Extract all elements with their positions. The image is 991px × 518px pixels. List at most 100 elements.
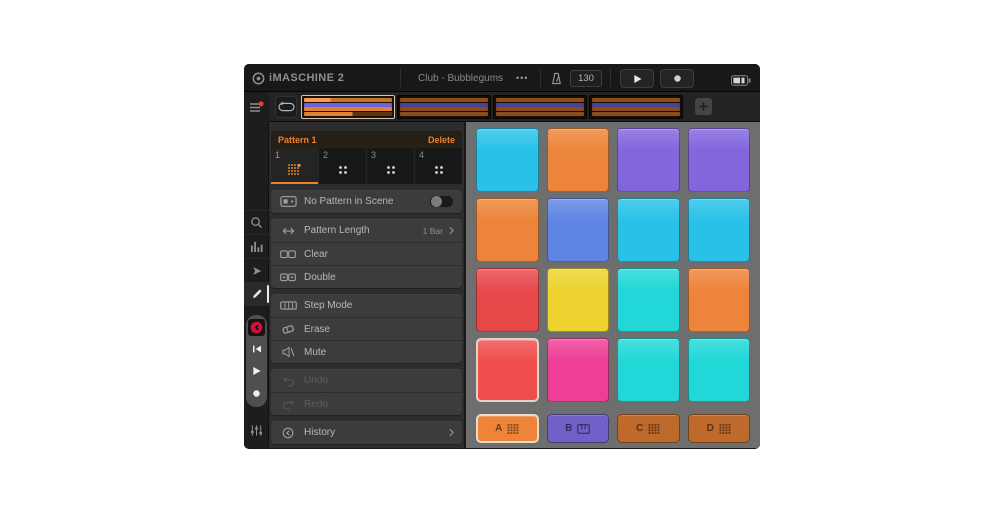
scene-pattern-bar [496, 107, 584, 111]
transport-record-button[interactable] [246, 382, 267, 404]
pad-5[interactable] [476, 198, 539, 262]
scene-block-1[interactable] [301, 95, 395, 119]
scene-block-4[interactable] [589, 95, 683, 119]
pad-9[interactable] [476, 268, 539, 332]
menu-item-label: Erase [304, 324, 330, 335]
pattern-slot-2[interactable]: 2 [319, 148, 367, 184]
menu-item-label: Double [304, 272, 336, 283]
pad-7[interactable] [617, 198, 680, 262]
record-icon [673, 74, 682, 83]
more-options-button[interactable]: ••• [516, 64, 528, 92]
sidebar-tool-search[interactable] [244, 210, 269, 234]
group-buttons-row: A B C D [476, 414, 750, 443]
record-button[interactable] [660, 69, 694, 88]
scene-block-3[interactable] [493, 95, 587, 119]
chevron-right-icon [449, 428, 454, 437]
bpm-display[interactable]: 130 [570, 70, 602, 87]
scene-pattern-bar [304, 103, 392, 107]
project-selector[interactable]: Club - Bubblegums [418, 64, 503, 92]
loop-button[interactable] [275, 96, 297, 118]
undo-arrow-icon [279, 375, 297, 387]
pattern-slot-4[interactable]: 4 [415, 148, 462, 184]
play-button[interactable] [620, 69, 654, 88]
pattern-slot-1[interactable]: 1 [271, 148, 319, 184]
pad-2[interactable] [547, 128, 610, 192]
pad-13[interactable] [476, 338, 539, 402]
scene-pattern-bar [592, 107, 680, 111]
menu-item-pattern-length[interactable]: Pattern Length1 Bar [271, 219, 462, 242]
sidebar-tools [244, 210, 269, 306]
metronome-icon [551, 72, 562, 85]
transport-play-button[interactable] [246, 360, 267, 382]
eraser-icon [279, 323, 297, 335]
menu-item-clear[interactable]: Clear [271, 242, 462, 265]
two-squares-dots-icon [279, 273, 297, 282]
menu-group: Undo Redo [271, 369, 462, 415]
metronome-button[interactable] [550, 71, 563, 85]
play-icon [633, 74, 642, 84]
pad-10[interactable] [547, 268, 610, 332]
sidebar-mixer-button[interactable] [244, 418, 269, 442]
menu-item-step-mode[interactable]: Step Mode [271, 294, 462, 317]
menu-item-right: 1 Bar [423, 226, 454, 236]
pad-4[interactable] [688, 128, 751, 192]
group-button-d[interactable]: D [688, 414, 751, 443]
plus-icon [699, 102, 708, 111]
menu-item-erase[interactable]: Erase [271, 317, 462, 340]
pad-grid [476, 128, 750, 402]
transport-maschine-button[interactable] [246, 317, 267, 338]
battery-icon [731, 73, 751, 91]
scene-pattern-bar [304, 112, 392, 116]
pad-15[interactable] [617, 338, 680, 402]
scene-blocks [301, 95, 683, 119]
pattern-slot-3[interactable]: 3 [367, 148, 415, 184]
divider [610, 69, 611, 87]
group-button-b[interactable]: B [547, 414, 610, 443]
step-row-icon [279, 301, 297, 310]
pad-11[interactable] [617, 268, 680, 332]
menu-item-label: Clear [304, 249, 328, 260]
scene-pattern-bar [304, 107, 392, 111]
main-area: Pattern 1 Delete 1234 No Pattern in Scen… [244, 122, 760, 448]
menu-item-no-pattern-in-scene[interactable]: No Pattern in Scene [271, 190, 462, 213]
main-menu-button[interactable] [244, 92, 269, 122]
scene-pattern-bar [496, 98, 584, 102]
pad-8[interactable] [688, 198, 751, 262]
group-button-c[interactable]: C [617, 414, 680, 443]
no-pattern-in-scene-toggle[interactable] [429, 195, 454, 208]
delete-pattern-button[interactable]: Delete [428, 135, 455, 145]
app-title: iMASCHINE 2 [269, 72, 344, 84]
hamburger-menu-icon [249, 101, 264, 114]
menu-item-undo: Undo [271, 369, 462, 392]
transport-skip-start-button[interactable] [246, 338, 267, 360]
pencil-icon [251, 288, 263, 300]
scene-pattern-bar [400, 103, 488, 107]
menu-item-label: Redo [304, 399, 328, 410]
four-dots-icon [433, 164, 445, 176]
mixer-sliders-icon [250, 424, 263, 437]
add-scene-button[interactable] [695, 98, 712, 115]
group-label: B [565, 423, 572, 434]
pad-3[interactable] [617, 128, 680, 192]
menu-item-double[interactable]: Double [271, 265, 462, 288]
group-button-a[interactable]: A [476, 414, 539, 443]
scene-pattern-bar [400, 98, 488, 102]
toggle-knob [431, 196, 442, 207]
pad-grid-icon [719, 424, 731, 434]
scene-pattern-bar [592, 98, 680, 102]
group-label: C [636, 423, 643, 434]
menu-item-mute[interactable]: Mute [271, 340, 462, 363]
sidebar-tool-select[interactable] [244, 258, 269, 282]
sidebar-tool-levels[interactable] [244, 234, 269, 258]
scene-block-2[interactable] [397, 95, 491, 119]
pad-14[interactable] [547, 338, 610, 402]
pad-6[interactable] [547, 198, 610, 262]
pattern-panel: Pattern 1 Delete 1234 No Pattern in Scen… [269, 122, 464, 448]
pad-16[interactable] [688, 338, 751, 402]
scene-pattern-bar [592, 103, 680, 107]
maschine-logo-box [248, 319, 265, 336]
pad-12[interactable] [688, 268, 751, 332]
sidebar-tool-edit[interactable] [244, 282, 269, 306]
pad-1[interactable] [476, 128, 539, 192]
menu-item-history[interactable]: History [271, 421, 462, 444]
